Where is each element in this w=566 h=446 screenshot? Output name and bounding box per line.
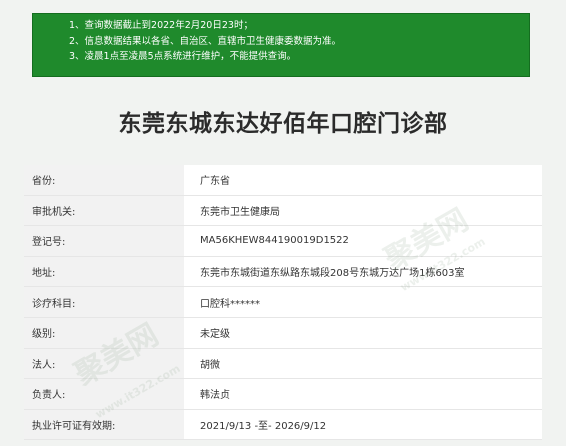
- notice-line-1: 1、查询数据截止到2022年2月20日23时；: [69, 20, 253, 31]
- notice-line-2: 2、信息数据结果以各省、自治区、直辖市卫生健康委数据为准。: [69, 35, 342, 47]
- row-approval-authority: 审批机关: 东莞市卫生健康局: [24, 195, 542, 227]
- field-label: 法人:: [24, 348, 184, 379]
- row-level: 级别: 未定级: [24, 317, 542, 349]
- field-value: 韩法贞: [184, 379, 542, 409]
- field-label: 审批机关:: [24, 195, 184, 226]
- field-value: 东莞市卫生健康局: [184, 195, 542, 226]
- row-province: 省份: 广东省: [24, 165, 542, 196]
- field-label: 省份:: [24, 165, 184, 195]
- row-license-validity: 执业许可证有效期: 2021/9/13 -至- 2026/9/12: [24, 409, 542, 441]
- clinic-info-table: 省份: 广东省 审批机关: 东莞市卫生健康局 登记号: MA56KHEW8441…: [24, 165, 542, 441]
- row-treatment-subjects: 诊疗科目: 口腔科******: [24, 287, 542, 318]
- notice-banner: 1、查询数据截止到2022年2月20日23时； 2、信息数据结果以各省、自治区、…: [32, 13, 530, 77]
- row-registration-number: 登记号: MA56KHEW844190019D1522: [24, 226, 542, 257]
- notice-line-3: 3、凌晨1点至凌晨5点系统进行维护，不能提供查询。: [69, 51, 297, 62]
- row-legal-person: 法人: 胡微: [24, 348, 542, 380]
- row-address: 地址: 东莞市东城街道东纵路东城段208号东城万达广场1栋603室: [24, 256, 542, 288]
- field-label: 负责人:: [24, 379, 184, 409]
- field-label: 诊疗科目:: [24, 287, 184, 317]
- field-label: 执业许可证有效期:: [24, 409, 184, 440]
- field-value: 胡微: [184, 348, 542, 379]
- row-person-in-charge: 负责人: 韩法贞: [24, 379, 542, 410]
- field-value: 未定级: [184, 317, 542, 348]
- field-label: 地址:: [24, 256, 184, 287]
- field-value: 口腔科******: [184, 287, 542, 317]
- field-value: 东莞市东城街道东纵路东城段208号东城万达广场1栋603室: [184, 256, 542, 287]
- field-label: 级别:: [24, 317, 184, 348]
- field-value: MA56KHEW844190019D1522: [184, 226, 542, 256]
- field-value: 2021/9/13 -至- 2026/9/12: [184, 409, 542, 440]
- clinic-name-title: 东莞东城东达好佰年口腔门诊部: [118, 111, 448, 137]
- field-value: 广东省: [184, 165, 542, 195]
- field-label: 登记号:: [24, 226, 184, 256]
